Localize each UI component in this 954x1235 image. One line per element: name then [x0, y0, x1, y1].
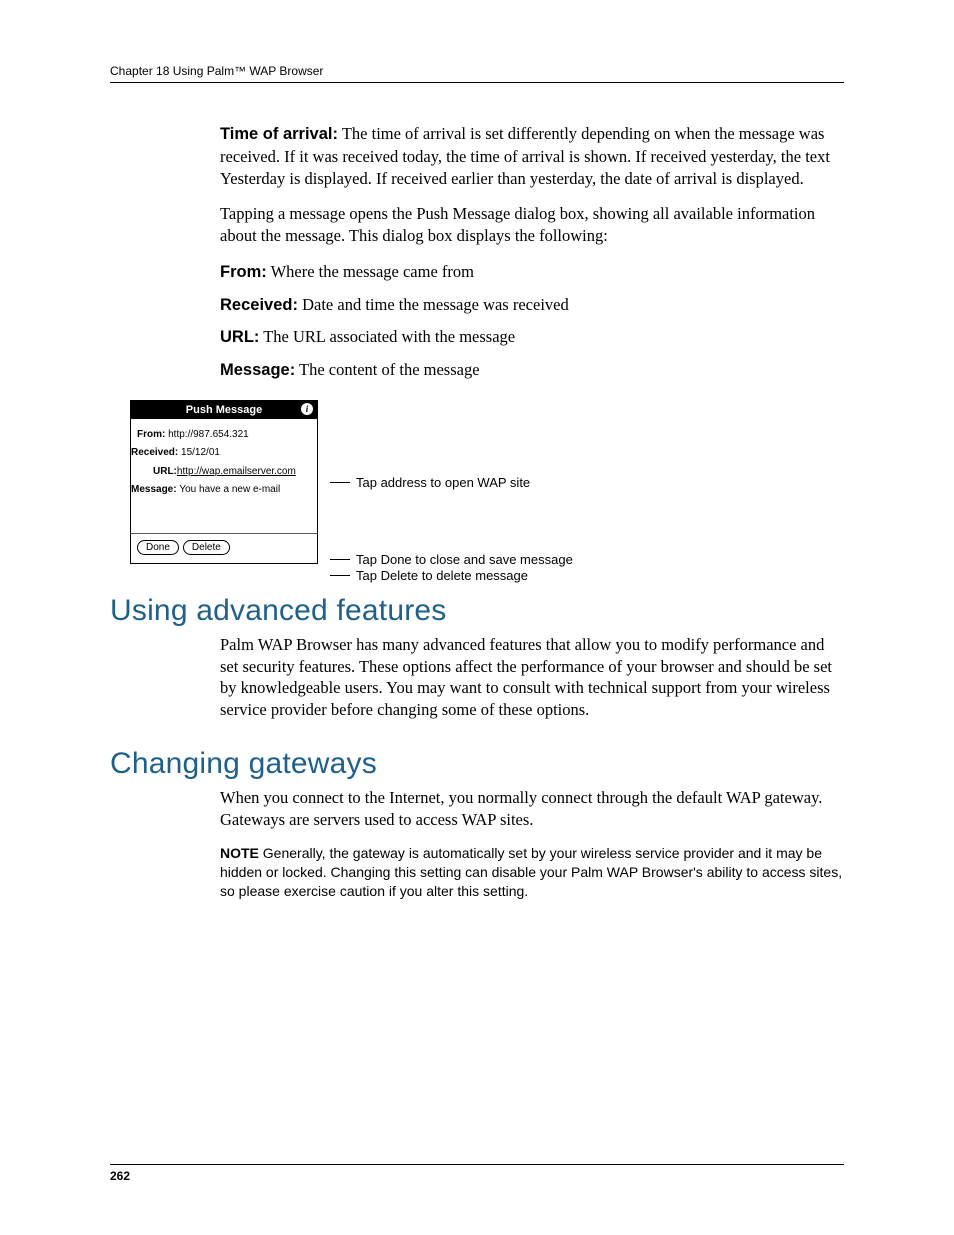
- info-icon: i: [301, 403, 313, 415]
- done-button[interactable]: Done: [137, 540, 179, 555]
- page-header: Chapter 18 Using Palm™ WAP Browser: [110, 64, 844, 83]
- heading-advanced-features: Using advanced features: [110, 594, 844, 628]
- dialog-url-row[interactable]: URL:http://wap.emailserver.com: [153, 466, 311, 479]
- time-of-arrival-block: Time of arrival: The time of arrival is …: [220, 123, 844, 189]
- field-message: Message: The content of the message: [220, 359, 844, 382]
- heading-changing-gateways: Changing gateways: [110, 747, 844, 781]
- from-label: From:: [220, 263, 267, 281]
- callout-delete: Tap Delete to delete message: [330, 568, 528, 583]
- url-label: URL:: [220, 328, 259, 346]
- gateways-paragraph: When you connect to the Internet, you no…: [220, 787, 844, 831]
- callout-c-text: Tap Delete to delete message: [356, 568, 528, 583]
- dialog-msg-row: Message: You have a new e-mail: [131, 484, 311, 497]
- dialog-url-value[interactable]: http://wap.emailserver.com: [177, 466, 296, 477]
- callout-b-text: Tap Done to close and save message: [356, 552, 573, 567]
- dialog-received-value: 15/12/01: [181, 447, 220, 458]
- page-number: 262: [110, 1169, 130, 1183]
- dialog-url-label: URL:: [153, 466, 177, 477]
- dialog-titlebar: Push Message i: [131, 401, 317, 419]
- note-text: Generally, the gateway is automatically …: [220, 845, 842, 899]
- from-text: Where the message came from: [267, 262, 474, 281]
- note-block: NOTE Generally, the gateway is automatic…: [220, 844, 844, 901]
- push-message-dialog: Push Message i From: http://987.654.321 …: [130, 400, 318, 564]
- message-label: Message:: [220, 361, 295, 379]
- field-url: URL: The URL associated with the message: [220, 326, 844, 349]
- chapter-line: Chapter 18 Using Palm™ WAP Browser: [110, 64, 323, 78]
- received-text: Date and time the message was received: [298, 295, 569, 314]
- dialog-from-label: From:: [137, 429, 168, 440]
- dialog-msg-label: Message:: [131, 484, 179, 495]
- dialog-received-row: Received: 15/12/01: [131, 447, 311, 460]
- dialog-title-text: Push Message: [186, 404, 262, 416]
- field-from: From: Where the message came from: [220, 261, 844, 284]
- time-of-arrival-label: Time of arrival:: [220, 125, 338, 143]
- callout-a-text: Tap address to open WAP site: [356, 475, 530, 490]
- field-received: Received: Date and time the message was …: [220, 294, 844, 317]
- note-label: NOTE: [220, 845, 259, 861]
- dialog-from-row: From: http://987.654.321: [137, 429, 311, 442]
- callout-open-wap: Tap address to open WAP site: [330, 475, 530, 490]
- received-label: Received:: [220, 296, 298, 314]
- url-text: The URL associated with the message: [259, 327, 515, 346]
- delete-button[interactable]: Delete: [183, 540, 230, 555]
- callout-done: Tap Done to close and save message: [330, 552, 573, 567]
- dialog-from-value: http://987.654.321: [168, 429, 249, 440]
- tap-paragraph: Tapping a message opens the Push Message…: [220, 203, 844, 247]
- page-footer: 262: [110, 1164, 844, 1183]
- dialog-msg-value: You have a new e-mail: [179, 484, 280, 495]
- dialog-received-label: Received:: [131, 447, 181, 458]
- message-text: The content of the message: [295, 360, 479, 379]
- advanced-paragraph: Palm WAP Browser has many advanced featu…: [220, 634, 844, 721]
